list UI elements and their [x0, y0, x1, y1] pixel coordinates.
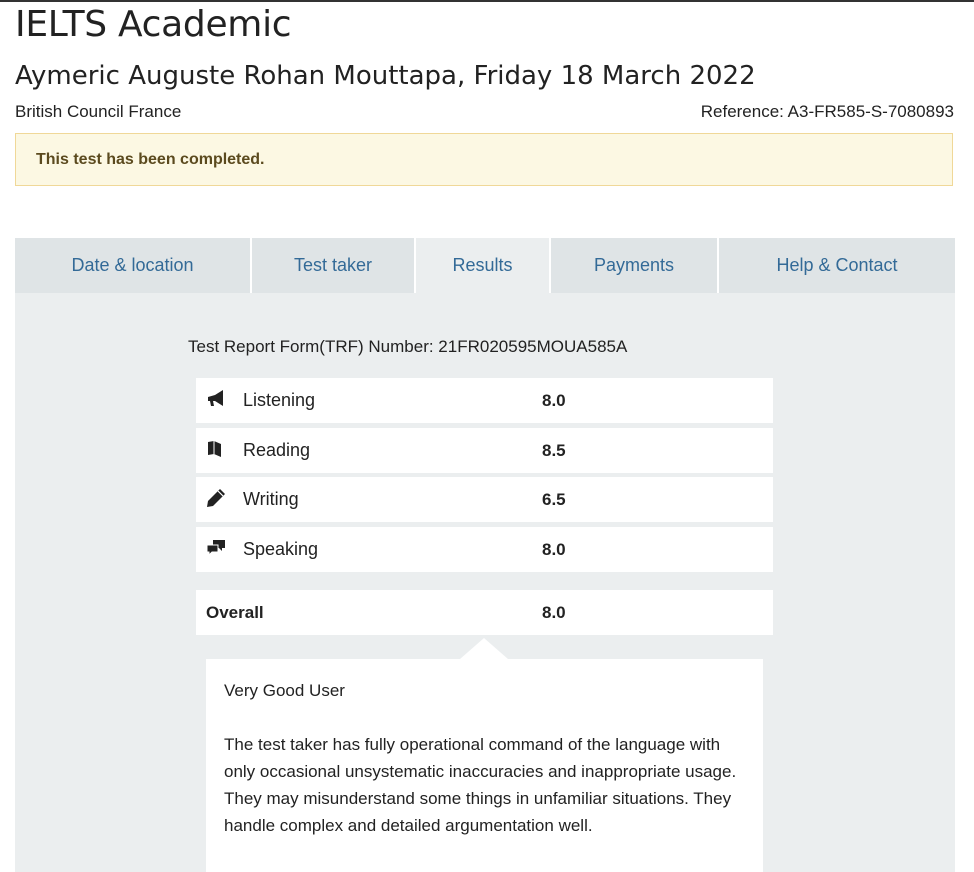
booking-reference: Reference: A3-FR585-S-7080893: [700, 102, 954, 121]
section-label: Writing: [243, 489, 299, 509]
band-description: The test taker has fully operational com…: [224, 735, 737, 835]
candidate-heading: Aymeric Auguste Rohan Mouttapa, Friday 1…: [15, 61, 756, 91]
venue-name: British Council France: [15, 102, 182, 121]
top-border: [0, 0, 974, 2]
status-alert-text: This test has been completed.: [36, 151, 265, 168]
tab-date-location[interactable]: Date & location: [15, 238, 252, 293]
band-description-box: Very Good User The test taker has fully …: [206, 659, 763, 872]
tab-bar: Date & location Test taker Results Payme…: [15, 238, 955, 293]
results-panel: Test Report Form(TRF) Number: 21FR020595…: [15, 293, 955, 872]
status-alert: This test has been completed.: [15, 133, 953, 186]
tab-payments[interactable]: Payments: [551, 238, 719, 293]
tab-results[interactable]: Results: [416, 238, 551, 293]
overall-label: Overall: [206, 603, 264, 622]
megaphone-icon: [206, 389, 226, 409]
score-row-listening: Listening 8.0: [196, 378, 773, 423]
score-row-speaking: Speaking 8.0: [196, 527, 773, 572]
section-label: Reading: [243, 440, 311, 460]
score-row-writing: Writing 6.5: [196, 477, 773, 522]
tab-test-taker[interactable]: Test taker: [252, 238, 416, 293]
overall-score: 8.0: [542, 603, 566, 622]
band-title: Very Good User: [224, 681, 345, 700]
section-label: Listening: [243, 390, 316, 410]
pencil-icon: [206, 488, 226, 508]
section-score: 8.0: [542, 391, 566, 410]
score-row-overall: Overall 8.0: [196, 590, 773, 635]
section-score: 8.0: [542, 540, 566, 559]
page-title: IELTS Academic: [15, 4, 292, 45]
tab-help-contact[interactable]: Help & Contact: [719, 238, 955, 293]
description-pointer: [460, 638, 508, 659]
section-score: 8.5: [542, 441, 566, 460]
trf-number: Test Report Form(TRF) Number: 21FR020595…: [188, 337, 628, 356]
speech-bubbles-icon: [206, 538, 226, 558]
section-label: Speaking: [243, 539, 319, 559]
book-icon: [206, 439, 226, 459]
section-score: 6.5: [542, 490, 566, 509]
score-row-reading: Reading 8.5: [196, 428, 773, 473]
